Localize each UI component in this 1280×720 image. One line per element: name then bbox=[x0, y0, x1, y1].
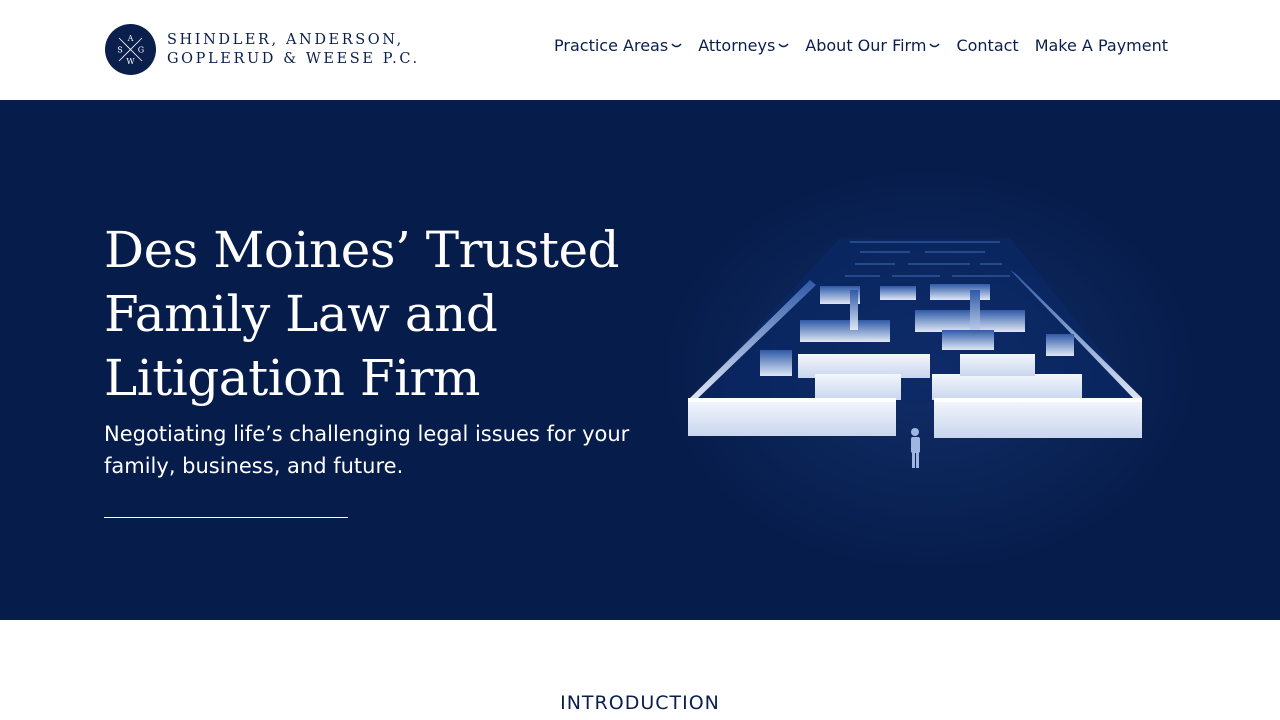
maze-illustration bbox=[688, 238, 1142, 468]
nav-practice-areas[interactable]: Practice Areas bbox=[554, 36, 682, 55]
nav-contact[interactable]: Contact bbox=[956, 36, 1018, 55]
nav-make-a-payment[interactable]: Make A Payment bbox=[1035, 36, 1168, 55]
firm-name-line-2: GOPLERUD & WEESE P.C. bbox=[167, 50, 420, 67]
nav-make-a-payment-label: Make A Payment bbox=[1034, 36, 1168, 55]
hero-subtitle: Negotiating life’s challenging legal iss… bbox=[104, 422, 630, 478]
svg-text:G: G bbox=[138, 46, 144, 55]
introduction-heading: INTRODUCTION bbox=[560, 692, 720, 714]
hero-title: Des Moines’ Trusted Family Law and Litig… bbox=[104, 221, 620, 407]
firm-monogram-logo: A S G W bbox=[105, 24, 156, 75]
svg-text:W: W bbox=[126, 57, 135, 66]
chevron-down-icon bbox=[778, 42, 789, 47]
firm-logo-link[interactable]: A S G W SHINDLER, ANDERSON, GOPLERUD & W… bbox=[105, 24, 420, 75]
firm-name-line-1: SHINDLER, ANDERSON, bbox=[167, 31, 404, 48]
nav-contact-label: Contact bbox=[956, 36, 1019, 55]
chevron-down-icon bbox=[929, 42, 940, 47]
main-nav: Practice Areas Attorneys About Our Firm … bbox=[554, 36, 1168, 55]
nav-practice-areas-label: Practice Areas bbox=[554, 36, 669, 55]
hero-divider bbox=[104, 517, 348, 518]
nav-about-our-firm-label: About Our Firm bbox=[805, 36, 927, 55]
nav-attorneys-label: Attorneys bbox=[698, 36, 776, 55]
svg-text:S: S bbox=[117, 46, 122, 55]
hero-section: Des Moines’ Trusted Family Law and Litig… bbox=[0, 100, 1280, 620]
nav-about-our-firm[interactable]: About Our Firm bbox=[805, 36, 940, 55]
chevron-down-icon bbox=[671, 42, 682, 47]
site-header: A S G W SHINDLER, ANDERSON, GOPLERUD & W… bbox=[0, 0, 1280, 100]
firm-name: SHINDLER, ANDERSON, GOPLERUD & WEESE P.C… bbox=[167, 31, 420, 69]
svg-text:A: A bbox=[127, 34, 134, 43]
nav-attorneys[interactable]: Attorneys bbox=[698, 36, 789, 55]
